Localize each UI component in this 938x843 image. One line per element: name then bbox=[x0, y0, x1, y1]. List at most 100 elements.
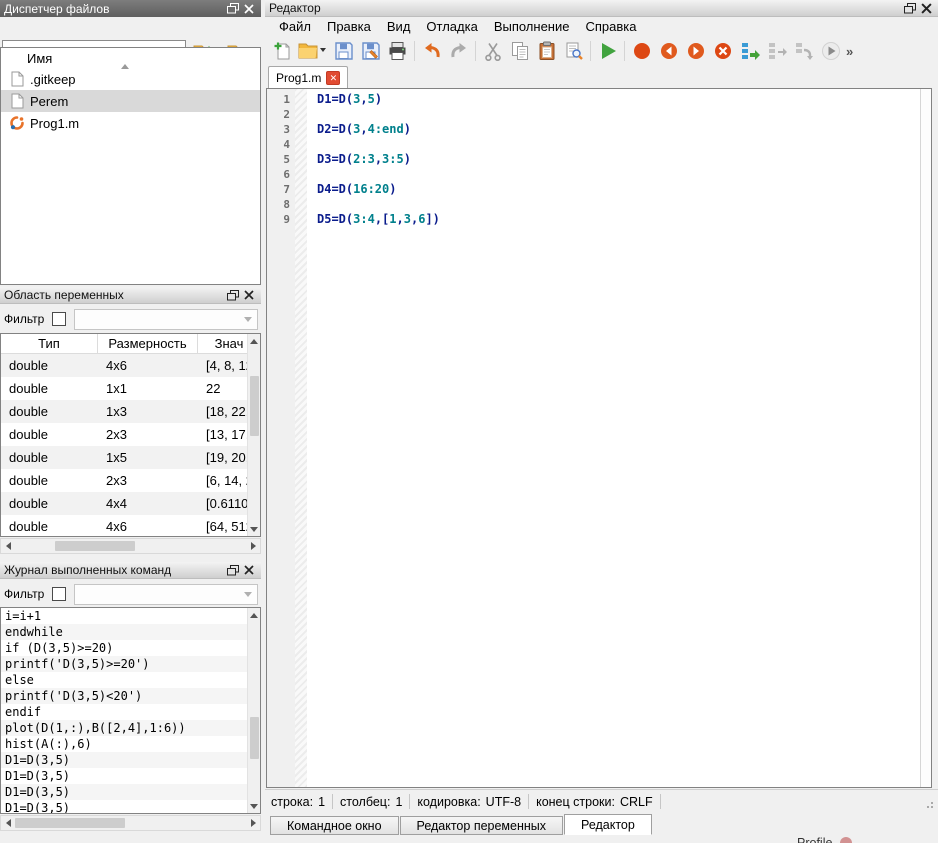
filter-checkbox[interactable] bbox=[52, 587, 66, 601]
history-item[interactable]: D1=D(3,5) bbox=[1, 784, 260, 800]
float-icon[interactable] bbox=[225, 564, 241, 577]
save-button[interactable] bbox=[330, 38, 357, 65]
close-icon[interactable] bbox=[241, 564, 257, 577]
file-list-header[interactable]: Имя bbox=[1, 48, 260, 68]
table-row[interactable]: double4x4[0.6110, bbox=[1, 492, 260, 515]
scrollbar-thumb[interactable] bbox=[250, 717, 259, 759]
scroll-down-icon[interactable] bbox=[248, 522, 260, 536]
code-area[interactable]: D1=D(3,5) D2=D(3,4:end) D3=D(2:3,3:5) D4=D(… bbox=[307, 89, 920, 787]
scrollbar-thumb[interactable] bbox=[15, 818, 125, 828]
toggle-breakpoint-button[interactable] bbox=[628, 38, 655, 65]
cut-button[interactable] bbox=[479, 38, 506, 65]
run-button[interactable] bbox=[594, 38, 621, 65]
menu-help[interactable]: Справка bbox=[577, 17, 644, 36]
history-item[interactable]: plot(D(1,:),B([2,4],1:6)) bbox=[1, 720, 260, 736]
scroll-right-icon[interactable] bbox=[246, 819, 260, 827]
history-item[interactable]: endwhile bbox=[1, 624, 260, 640]
chevron-down-icon[interactable] bbox=[320, 48, 328, 55]
scroll-left-icon[interactable] bbox=[1, 542, 15, 550]
history-item[interactable]: printf('D(3,5)>=20') bbox=[1, 656, 260, 672]
close-icon[interactable] bbox=[918, 2, 934, 15]
float-icon[interactable] bbox=[225, 2, 241, 15]
step-in-button[interactable] bbox=[763, 38, 790, 65]
save-as-button[interactable] bbox=[357, 38, 384, 65]
filter-combo[interactable] bbox=[74, 584, 258, 605]
toolbar-overflow-icon[interactable]: » bbox=[846, 44, 853, 59]
code-line[interactable]: D1=D(3,5) bbox=[317, 92, 920, 107]
history-item[interactable]: D1=D(3,5) bbox=[1, 800, 260, 814]
code-line[interactable] bbox=[317, 197, 920, 212]
history-item[interactable]: i=i+1 bbox=[1, 608, 260, 624]
scroll-left-icon[interactable] bbox=[1, 819, 15, 827]
previous-breakpoint-button[interactable] bbox=[655, 38, 682, 65]
menu-edit[interactable]: Правка bbox=[319, 17, 379, 36]
scroll-up-icon[interactable] bbox=[248, 608, 260, 622]
scrollbar-thumb[interactable] bbox=[55, 541, 135, 551]
code-line[interactable]: D4=D(16:20) bbox=[317, 182, 920, 197]
redo-button[interactable] bbox=[445, 38, 472, 65]
file-row-perem[interactable]: Perem bbox=[1, 90, 260, 112]
scroll-right-icon[interactable] bbox=[246, 542, 260, 550]
close-icon[interactable] bbox=[241, 2, 257, 15]
find-button[interactable] bbox=[560, 38, 587, 65]
history-item[interactable]: D1=D(3,5) bbox=[1, 768, 260, 784]
undo-button[interactable] bbox=[418, 38, 445, 65]
scroll-up-icon[interactable] bbox=[248, 334, 260, 348]
open-file-button[interactable] bbox=[296, 38, 330, 65]
history-item[interactable]: else bbox=[1, 672, 260, 688]
tab-close-icon[interactable]: ✕ bbox=[326, 71, 340, 85]
history-vertical-scrollbar[interactable] bbox=[247, 608, 260, 813]
history-horizontal-scrollbar[interactable] bbox=[0, 815, 261, 831]
menu-file[interactable]: Файл bbox=[271, 17, 319, 36]
remove-breakpoints-button[interactable] bbox=[709, 38, 736, 65]
code-line[interactable]: D3=D(2:3,3:5) bbox=[317, 152, 920, 167]
next-breakpoint-button[interactable] bbox=[682, 38, 709, 65]
code-line[interactable]: D5=D(3:4,[1,3,6]) bbox=[317, 212, 920, 227]
code-line[interactable] bbox=[317, 137, 920, 152]
history-item[interactable]: printf('D(3,5)<20') bbox=[1, 688, 260, 704]
print-button[interactable] bbox=[384, 38, 411, 65]
float-icon[interactable] bbox=[225, 289, 241, 302]
breakpoint-margin[interactable] bbox=[295, 89, 307, 787]
editor-vertical-scrollbar[interactable] bbox=[920, 89, 931, 787]
table-row[interactable]: double2x3[6, 14, 26 bbox=[1, 469, 260, 492]
code-line[interactable] bbox=[317, 167, 920, 182]
tab-command-window[interactable]: Командное окно bbox=[270, 816, 399, 835]
workspace-vertical-scrollbar[interactable] bbox=[247, 334, 260, 536]
code-line[interactable] bbox=[317, 107, 920, 122]
history-item[interactable]: D1=D(3,5) bbox=[1, 752, 260, 768]
scrollbar-thumb[interactable] bbox=[250, 376, 259, 436]
step-button[interactable] bbox=[736, 38, 763, 65]
table-row[interactable]: double1x3[18, 22, 2 bbox=[1, 400, 260, 423]
history-item[interactable]: endif bbox=[1, 704, 260, 720]
table-row[interactable]: double1x5[19, 20, 2 bbox=[1, 446, 260, 469]
close-icon[interactable] bbox=[241, 289, 257, 302]
column-header-type[interactable]: Тип bbox=[1, 334, 98, 353]
tab-variable-editor[interactable]: Редактор переменных bbox=[400, 816, 564, 835]
menu-run[interactable]: Выполнение bbox=[486, 17, 578, 36]
file-row-prog1[interactable]: Prog1.m bbox=[1, 112, 260, 134]
menu-debug[interactable]: Отладка bbox=[418, 17, 485, 36]
table-row[interactable]: double2x3[13, 17, 2 bbox=[1, 423, 260, 446]
file-row-gitkeep[interactable]: .gitkeep bbox=[1, 68, 260, 90]
tab-prog1[interactable]: Prog1.m ✕ bbox=[268, 66, 348, 88]
table-row[interactable]: double1x122 bbox=[1, 377, 260, 400]
menu-view[interactable]: Вид bbox=[379, 17, 419, 36]
continue-button[interactable] bbox=[817, 38, 844, 65]
scroll-down-icon[interactable] bbox=[248, 799, 260, 813]
column-header-dimension[interactable]: Размерность bbox=[98, 334, 198, 353]
paste-button[interactable] bbox=[533, 38, 560, 65]
code-editor[interactable]: 123456789 D1=D(3,5)D2=D(3,4:end)D3=D(2:3… bbox=[266, 88, 932, 788]
table-row[interactable]: double4x6[4, 8, 12, bbox=[1, 354, 260, 377]
resize-grip[interactable] bbox=[923, 798, 933, 808]
new-file-button[interactable] bbox=[269, 38, 296, 65]
history-item[interactable]: if (D(3,5)>=20) bbox=[1, 640, 260, 656]
history-item[interactable]: hist(A(:),6) bbox=[1, 736, 260, 752]
code-line[interactable]: D2=D(3,4:end) bbox=[317, 122, 920, 137]
filter-combo[interactable] bbox=[74, 309, 258, 330]
float-icon[interactable] bbox=[902, 2, 918, 15]
step-out-button[interactable] bbox=[790, 38, 817, 65]
table-row[interactable]: double4x6[64, 512, bbox=[1, 515, 260, 537]
tab-editor[interactable]: Редактор bbox=[564, 814, 652, 835]
copy-button[interactable] bbox=[506, 38, 533, 65]
